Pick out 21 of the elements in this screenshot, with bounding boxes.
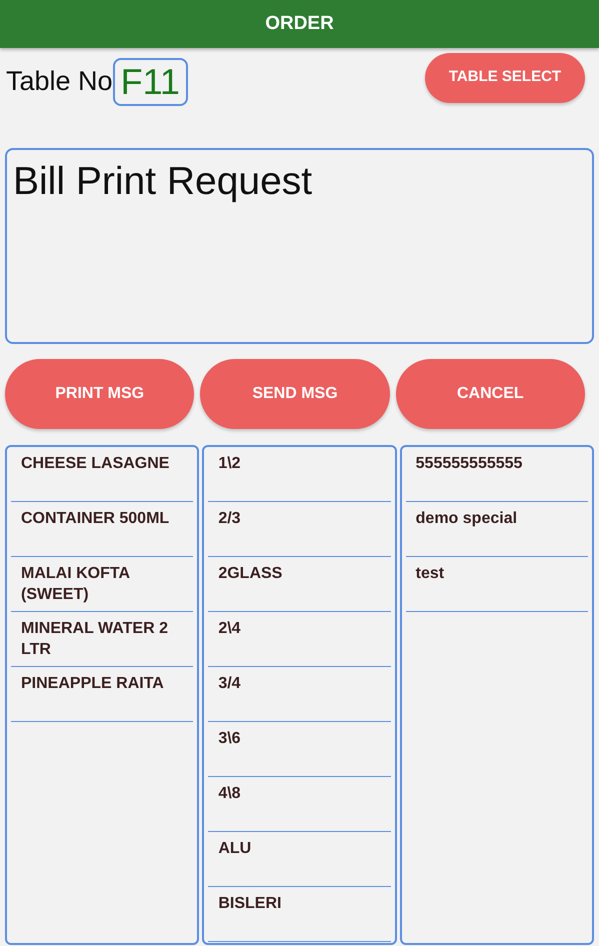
list-item[interactable]: 4\8 (218, 783, 391, 804)
list-item[interactable]: 2GLASS (218, 563, 391, 584)
list-item[interactable]: CHEESE LASAGNE (21, 453, 194, 474)
list-item[interactable]: PINEAPPLE RAITA (21, 673, 194, 694)
list-item[interactable]: 1\2 (218, 453, 391, 474)
table-label: Table No (6, 66, 113, 96)
list-item[interactable]: MINERAL WATER 2 LTR (21, 618, 194, 660)
list-item[interactable]: 555555555555 (416, 453, 588, 474)
list-item[interactable]: test (416, 563, 588, 584)
list-item[interactable]: CONTAINER 500ML (21, 508, 194, 529)
list-item[interactable]: demo special (416, 508, 588, 529)
list-item[interactable]: 2/3 (218, 508, 391, 529)
list-item[interactable]: 3\6 (218, 728, 391, 749)
list-item[interactable]: 3/4 (218, 673, 391, 694)
list-item[interactable]: ALU (218, 838, 391, 859)
table-number-field[interactable]: F11 (112, 58, 188, 106)
message-field[interactable]: Bill Print Request (5, 148, 594, 344)
list-item[interactable]: BISLERI (218, 893, 391, 914)
list-item[interactable]: 2\4 (218, 618, 391, 639)
list-item[interactable]: MALAI KOFTA (SWEET) (21, 563, 194, 605)
screen-title: ORDER (265, 13, 334, 35)
